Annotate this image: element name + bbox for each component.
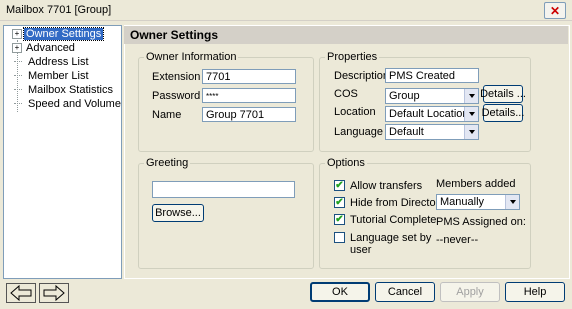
arrow-right-icon [43,284,65,302]
group-legend: Greeting [144,157,191,169]
cos-label: COS [334,88,358,100]
options-group: Options ✔ Allow transfers ✔ Hide from Di… [319,157,531,269]
ok-button[interactable]: OK [310,282,370,302]
extension-field[interactable]: 7701 [202,69,296,84]
page-title: Owner Settings [130,28,219,42]
title-bar: Mailbox 7701 [Group] ✕ [0,0,572,21]
mailbox-dialog: Mailbox 7701 [Group] ✕ + Owner Settings … [0,0,572,309]
tree-branch-line [14,89,22,90]
tree-item-member-list[interactable]: Member List [12,69,91,82]
hide-from-directory-checkbox[interactable]: ✔ [334,197,345,208]
description-label: Description [334,70,390,82]
section-header: Owner Settings [124,26,568,44]
cos-select[interactable]: Group [385,88,479,104]
tree-branch-line [14,103,22,104]
tree-item-address-list[interactable]: Address List [12,55,91,68]
greeting-file-field[interactable] [152,181,295,198]
apply-button[interactable]: Apply [440,282,500,302]
language-set-label-line2: user [350,244,372,256]
expand-icon[interactable]: + [12,28,22,39]
tree-item-owner-settings[interactable]: + Owner Settings [12,26,105,41]
group-legend: Properties [325,51,380,63]
settings-tree: + Owner Settings + Advanced Address List… [3,25,122,279]
window-title: Mailbox 7701 [Group] [6,4,112,16]
tree-item-label: Address List [28,55,89,68]
name-label: Name [152,109,182,121]
password-label: Password [152,90,201,102]
group-legend: Owner Information [144,51,239,63]
extension-label: Extension [152,71,201,83]
language-select[interactable]: Default [385,124,479,140]
description-field[interactable]: PMS Created [385,68,479,83]
language-set-label-line1: Language set by [350,232,432,244]
language-set-checkbox[interactable] [334,232,345,243]
owner-information-group: Owner Information Extension 7701 Passwor… [138,51,314,152]
pms-assigned-label: PMS Assigned on: [436,216,526,228]
password-field[interactable]: **** [202,88,296,103]
location-select[interactable]: Default Location [385,106,479,122]
group-legend: Options [325,157,367,169]
cancel-button[interactable]: Cancel [375,282,435,302]
greeting-group: Greeting Browse... [138,157,314,269]
close-button[interactable]: ✕ [544,2,566,19]
tree-branch-line [14,61,22,62]
tree-item-label: Mailbox Statistics [28,83,113,96]
location-select-value: Default Location [389,108,469,120]
pms-assigned-value: --never-- [436,234,479,246]
hide-from-directory-label: Hide from Directory [350,197,445,209]
expand-icon[interactable]: + [12,42,22,53]
tree-item-label: Advanced [26,41,75,54]
forward-button[interactable] [39,283,69,303]
tree-item-advanced[interactable]: + Advanced [12,41,77,54]
location-details-button[interactable]: Details... [482,104,524,122]
language-select-value: Default [389,126,424,138]
location-label: Location [334,106,376,118]
chevron-down-icon[interactable] [464,89,478,103]
tree-item-label: Member List [28,69,89,82]
allow-transfers-checkbox[interactable]: ✔ [334,180,345,191]
tree-branch-line [14,75,22,76]
back-button[interactable] [6,283,36,303]
tree-item-label: Speed and Volume [28,97,121,110]
language-label: Language [334,126,383,138]
members-added-select-value: Manually [440,196,485,208]
tutorial-complete-label: Tutorial Complete [350,214,437,226]
name-field[interactable]: Group 7701 [202,107,296,122]
tree-item-mailbox-statistics[interactable]: Mailbox Statistics [12,83,115,96]
tree-item-speed-and-volume[interactable]: Speed and Volume [12,97,123,110]
cos-select-value: Group [389,90,420,102]
chevron-down-icon[interactable] [464,107,478,121]
browse-button[interactable]: Browse... [152,204,204,222]
chevron-down-icon[interactable] [464,125,478,139]
tutorial-complete-checkbox[interactable]: ✔ [334,214,345,225]
members-added-label: Members added [436,178,516,190]
close-icon: ✕ [549,3,561,18]
arrow-left-icon [10,284,32,302]
cos-details-button[interactable]: Details ... [480,85,526,103]
allow-transfers-label: Allow transfers [350,180,423,192]
tree-item-label: Owner Settings [22,26,105,41]
members-added-select[interactable]: Manually [436,194,520,210]
help-button[interactable]: Help [505,282,565,302]
chevron-down-icon[interactable] [505,195,519,209]
properties-group: Properties Description PMS Created COS G… [319,51,531,152]
